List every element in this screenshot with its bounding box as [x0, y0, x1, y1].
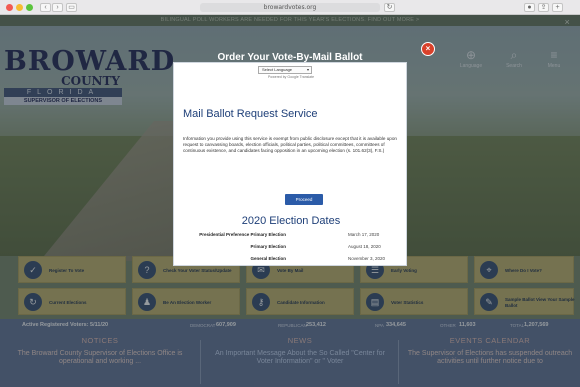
- language-select[interactable]: Select Language ▾: [258, 66, 312, 74]
- privacy-notice: Information you provide using this servi…: [183, 136, 397, 153]
- election-date-row: Presidential Preference Primary Election…: [174, 231, 406, 239]
- powered-by-translate: Powered by Google Translate: [267, 75, 315, 79]
- election-date-row: Primary Election August 18, 2020: [174, 243, 406, 251]
- election-date-row: General Election November 3, 2020: [174, 255, 406, 263]
- election-name: General Election: [250, 256, 286, 261]
- election-date: November 3, 2020: [348, 256, 386, 261]
- web-page: BILINGUAL POLL WORKERS ARE NEEDED FOR TH…: [0, 15, 580, 387]
- proceed-button[interactable]: Proceed: [285, 194, 323, 205]
- close-window-icon[interactable]: [6, 4, 13, 11]
- maximize-window-icon[interactable]: [26, 4, 33, 11]
- chevron-down-icon: ▾: [306, 67, 309, 72]
- address-bar[interactable]: browardvotes.org: [200, 3, 380, 12]
- language-select-label: Select Language: [262, 67, 293, 72]
- election-dates-heading: 2020 Election Dates: [241, 215, 341, 227]
- election-name: Primary Election: [250, 244, 286, 249]
- mail-ballot-modal: Select Language ▾ Powered by Google Tran…: [173, 62, 407, 266]
- election-name: Presidential Preference Primary Election: [199, 232, 286, 237]
- modal-close-button[interactable]: ×: [421, 42, 435, 56]
- back-button[interactable]: ‹: [40, 3, 51, 12]
- election-date: August 18, 2020: [348, 244, 381, 249]
- forward-button[interactable]: ›: [52, 3, 63, 12]
- extension-icon[interactable]: ●: [524, 3, 535, 12]
- browser-toolbar: ‹ › ▭ browardvotes.org ↻ ⇪ + ●: [0, 0, 580, 15]
- election-date: March 17, 2020: [348, 232, 380, 237]
- share-icon[interactable]: ⇪: [538, 3, 549, 12]
- sidebar-icon[interactable]: ▭: [66, 3, 77, 12]
- minimize-window-icon[interactable]: [16, 4, 23, 11]
- new-tab-icon[interactable]: +: [552, 3, 563, 12]
- reload-button[interactable]: ↻: [384, 3, 395, 12]
- modal-heading: Mail Ballot Request Service: [183, 108, 318, 120]
